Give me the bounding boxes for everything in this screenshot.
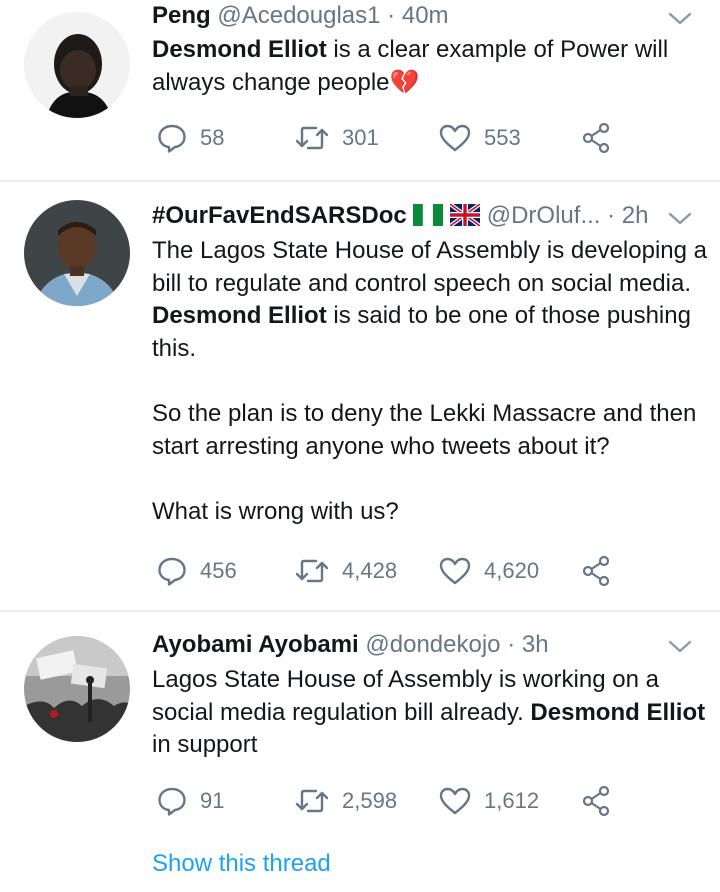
chevron-down-icon[interactable] (666, 632, 694, 660)
tweet-text: Lagos State House of Assembly is working… (152, 664, 712, 762)
reply-button[interactable]: 91 (156, 783, 224, 819)
tweet-paragraph: Lagos State House of Assembly is working… (152, 664, 712, 762)
share-icon (582, 785, 610, 817)
retweet-icon (295, 789, 329, 813)
share-button[interactable] (580, 783, 612, 819)
user-handle[interactable]: @dondekojo (365, 631, 500, 658)
like-count: 1,612 (484, 788, 540, 813)
text-run: in support (152, 731, 258, 759)
avatar[interactable] (24, 636, 130, 742)
retweet-button[interactable]: 2,598 (294, 783, 397, 819)
reply-icon (158, 787, 186, 816)
show-thread-link[interactable]: Show this thread (152, 848, 331, 880)
tweet-header: Ayobami Ayobami @dondekojo · 3h (152, 629, 664, 661)
separator-dot: · (507, 631, 516, 658)
tweet-feed: Peng @Acedouglas1 · 40m Desmond Elliot i… (0, 0, 720, 892)
like-icon (439, 787, 471, 815)
reply-count: 91 (200, 788, 225, 813)
mention-bold: Desmond Elliot (530, 698, 706, 726)
retweet-count: 2,598 (342, 788, 398, 813)
tweet-3[interactable]: Ayobami Ayobami @dondekojo · 3h Lagos St… (0, 0, 720, 892)
timestamp[interactable]: 3h (522, 631, 549, 658)
tweet-actions: 91 2,598 1,612 (152, 783, 632, 819)
like-button[interactable]: 1,612 (438, 783, 539, 819)
display-name[interactable]: Ayobami Ayobami (152, 631, 359, 658)
